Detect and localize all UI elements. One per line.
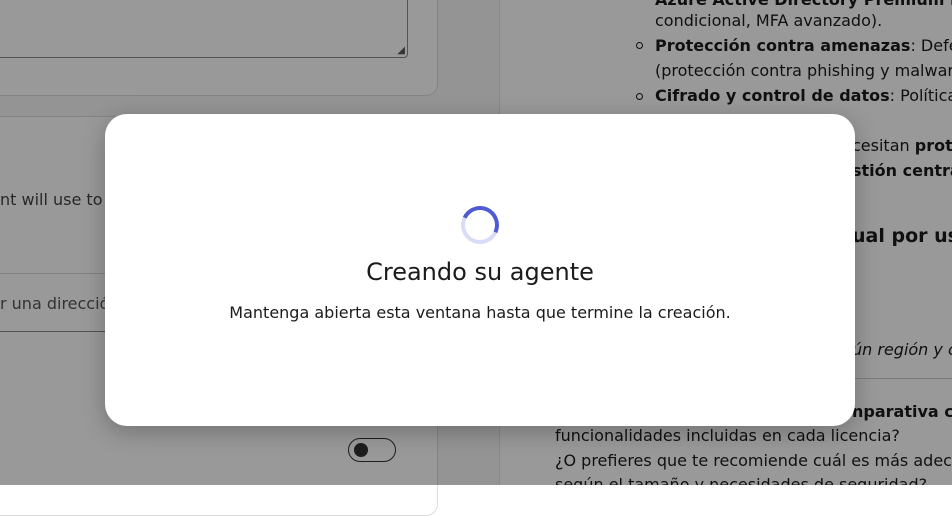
loading-spinner-icon [455,200,505,250]
dialog-title: Creando su agente [366,258,594,286]
creating-agent-dialog: Creando su agente Mantenga abierta esta … [105,114,855,426]
dialog-subtitle: Mantenga abierta esta ventana hasta que … [229,303,731,322]
